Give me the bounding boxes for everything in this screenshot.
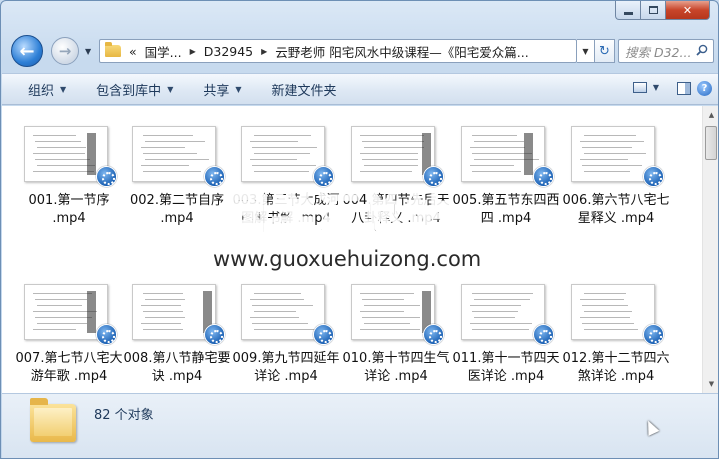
- media-player-icon: [96, 166, 117, 187]
- file-name-line2: 四 .mp4: [480, 211, 532, 226]
- mouse-cursor-icon: [642, 418, 660, 436]
- file-name-line2: 星释义 .mp4: [577, 211, 655, 226]
- breadcrumb-item[interactable]: 国学...: [145, 42, 182, 61]
- scroll-down-arrow-icon[interactable]: ▼: [704, 376, 718, 392]
- chevron-down-icon: ▼: [652, 83, 659, 92]
- chevron-down-icon: ▼: [60, 84, 67, 94]
- file-name-line1: 002.第二节自序: [130, 193, 224, 208]
- address-bar[interactable]: « 国学... ▶ D32945 ▶ 云野老师 阳宅风水中级课程—《阳宅爱众篇.…: [99, 39, 577, 63]
- refresh-icon: ↻: [599, 43, 610, 59]
- media-player-icon: [643, 166, 664, 187]
- caption-buttons: ✕: [615, 1, 710, 20]
- file-name-line2: 煞详论 .mp4: [577, 369, 655, 384]
- media-player-icon: [96, 324, 117, 345]
- media-player-icon: [533, 166, 554, 187]
- file-name: 010.第十节四生气 详论 .mp4: [341, 350, 451, 386]
- file-name-line2: 详论 .mp4: [364, 369, 428, 384]
- breadcrumb-current[interactable]: 云野老师 阳宅风水中级课程—《阳宅爱众篇...: [275, 42, 528, 61]
- item-count: 82 个对象: [94, 408, 154, 423]
- help-icon: ?: [701, 83, 708, 94]
- file-name-line2: 医详论 .mp4: [467, 369, 545, 384]
- breadcrumb-chevron-icon[interactable]: ▶: [190, 47, 196, 56]
- search-input[interactable]: 搜索 D32...: [618, 39, 714, 63]
- close-icon: ✕: [682, 3, 693, 17]
- back-arrow-icon: ←: [19, 40, 35, 62]
- breadcrumb-overflow[interactable]: «: [129, 44, 137, 59]
- media-player-icon: [423, 324, 444, 345]
- search-icon: [696, 44, 708, 56]
- file-name: 008.第八节静宅要诀 .mp4: [122, 350, 232, 386]
- include-in-library-menu[interactable]: 包含到库中 ▼: [96, 80, 173, 99]
- file-name-line1: 011.第十一节四天: [452, 351, 560, 366]
- chevron-down-icon: ▼: [167, 84, 174, 94]
- file-name-line2: 游年歌 .mp4: [30, 369, 108, 384]
- breadcrumb-chevron-icon[interactable]: ▶: [261, 47, 267, 56]
- preview-pane-button[interactable]: [677, 82, 691, 95]
- address-history-dropdown[interactable]: ▼: [577, 39, 595, 63]
- file-name: 007.第七节八宅大 游年歌 .mp4: [14, 350, 124, 386]
- file-name: 009.第九节四延年 详论 .mp4: [231, 350, 341, 386]
- watermark-url: www.guoxuehuizong.com: [213, 247, 482, 271]
- file-name-line2: 诀 .mp4: [151, 369, 203, 384]
- folder-large-icon: [30, 398, 76, 442]
- file-name-line1: 005.第五节东四西: [452, 193, 560, 208]
- file-name-line1: 010.第十节四生气: [342, 351, 450, 366]
- view-icon: [632, 82, 647, 93]
- close-button[interactable]: ✕: [666, 1, 710, 20]
- chevron-down-icon: ▼: [235, 84, 242, 94]
- forward-arrow-icon: →: [58, 42, 72, 60]
- refresh-button[interactable]: ↻: [595, 39, 615, 63]
- minimize-button[interactable]: [615, 1, 641, 20]
- minimize-icon: [623, 11, 633, 15]
- file-name-line1: 006.第六节八宅七: [562, 193, 670, 208]
- media-player-icon: [204, 324, 225, 345]
- maximize-icon: [648, 6, 658, 14]
- scroll-up-arrow-icon[interactable]: ▲: [704, 107, 718, 123]
- file-name: 005.第五节东四西四 .mp4: [451, 192, 561, 228]
- media-player-icon: [204, 166, 225, 187]
- file-name-line1: 009.第九节四延年: [232, 351, 340, 366]
- forward-button[interactable]: →: [51, 37, 79, 65]
- file-name: 012.第十二节四六 煞详论 .mp4: [561, 350, 671, 386]
- file-name-line2: 详论 .mp4: [254, 369, 318, 384]
- navigation-bar: ← → ▼ « 国学... ▶ D32945 ▶ 云野老师 阳宅风水中级课程—《…: [7, 33, 714, 67]
- file-name: 006.第六节八宅七 星释义 .mp4: [561, 192, 671, 228]
- explorer-window: ✕ ← → ▼ « 国学... ▶ D32945 ▶ 云野老师 阳宅风水中级课程…: [0, 0, 719, 459]
- search-placeholder: 搜索 D32...: [625, 44, 692, 60]
- file-name: 011.第十一节四天 医详论 .mp4: [451, 350, 561, 386]
- command-bar: 组织 ▼ 包含到库中 ▼ 共享 ▼ 新建文件夹 ▼ ?: [2, 73, 718, 105]
- vertical-scrollbar[interactable]: ▲ ▼: [702, 106, 718, 393]
- back-button[interactable]: ←: [11, 35, 43, 67]
- media-player-icon: [643, 324, 664, 345]
- file-name-line1: 012.第十二节四六: [562, 351, 670, 366]
- details-pane: 82 个对象: [2, 393, 718, 458]
- file-name-line1: 007.第七节八宅大: [15, 351, 123, 366]
- help-button[interactable]: ?: [697, 81, 712, 96]
- scrollbar-thumb[interactable]: [705, 126, 717, 160]
- media-player-icon: [313, 324, 334, 345]
- new-folder-button[interactable]: 新建文件夹: [272, 80, 337, 99]
- share-menu[interactable]: 共享 ▼: [203, 80, 241, 99]
- organize-menu[interactable]: 组织 ▼: [28, 80, 66, 99]
- watermark-title: 国学汇总站: [225, 190, 451, 242]
- change-view-button[interactable]: ▼: [632, 82, 659, 93]
- recent-pages-dropdown[interactable]: ▼: [85, 47, 91, 56]
- folder-icon: [105, 42, 121, 57]
- file-name-line1: 001.第一节序: [28, 193, 110, 208]
- media-player-icon: [533, 324, 554, 345]
- file-name-line2: .mp4: [52, 211, 86, 226]
- file-name-line1: 008.第八节静宅要: [123, 351, 231, 366]
- maximize-button[interactable]: [641, 1, 666, 20]
- file-name: 002.第二节自序 .mp4: [122, 192, 232, 228]
- breadcrumb-item[interactable]: D32945: [204, 44, 253, 59]
- file-name-line2: .mp4: [160, 211, 194, 226]
- file-name: 001.第一节序 .mp4: [14, 192, 124, 228]
